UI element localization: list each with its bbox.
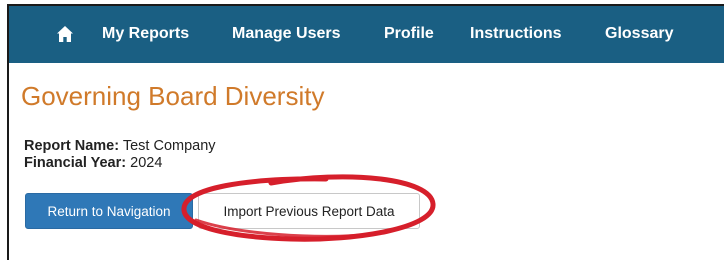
nav-manage-users[interactable]: Manage Users (232, 25, 341, 43)
import-previous-report-data-button[interactable]: Import Previous Report Data (198, 193, 420, 229)
financial-year-label: Financial Year: (24, 155, 127, 171)
home-icon[interactable] (56, 25, 74, 43)
report-name-line: Report Name: Test Company (24, 138, 216, 154)
report-name-label: Report Name: (24, 138, 120, 154)
nav-profile[interactable]: Profile (384, 25, 434, 43)
report-name-value: Test Company (122, 138, 216, 154)
nav-instructions[interactable]: Instructions (470, 25, 562, 43)
nav-glossary[interactable]: Glossary (605, 25, 673, 43)
return-to-navigation-button[interactable]: Return to Navigation (25, 193, 193, 229)
page-title: Governing Board Diversity (21, 81, 325, 111)
top-navbar: My Reports Manage Users Profile Instruct… (9, 6, 724, 63)
financial-year-line: Financial Year: 2024 (24, 155, 162, 171)
nav-my-reports[interactable]: My Reports (102, 25, 189, 43)
financial-year-value: 2024 (130, 155, 163, 171)
